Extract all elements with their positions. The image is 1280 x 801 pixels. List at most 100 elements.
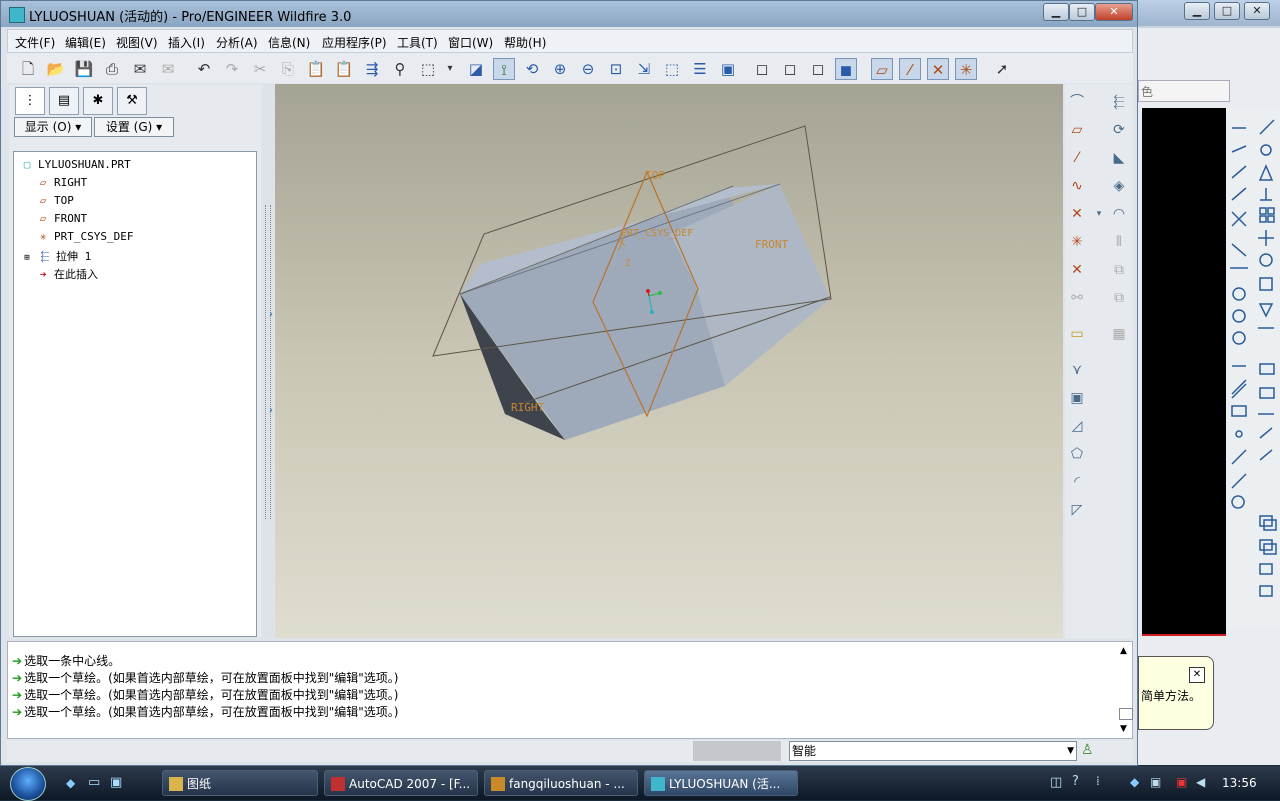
maximize-button[interactable]: □ [1069,3,1095,21]
merge-tool-icon[interactable]: ⧉ [1107,258,1131,282]
minimize-button[interactable]: ▁ [1043,3,1069,21]
balloon-close-icon[interactable]: ✕ [1189,667,1205,683]
email-link-icon[interactable]: ✉ [157,58,179,80]
datum-curve-sketch-icon[interactable]: ⌒ [1065,90,1089,114]
open-file-icon[interactable]: 📂 [45,58,67,80]
close-button[interactable]: ✕ [1095,3,1133,21]
hidden-line-icon[interactable]: ◻ [779,58,801,80]
quicklaunch-desktop-icon[interactable]: ▭ [88,775,100,790]
background-window-titlebar[interactable]: ▁ □ ✕ [1138,0,1280,26]
scroll-thumb[interactable] [1119,708,1133,720]
tree-item-top[interactable]: ▱ TOP [36,194,74,207]
background-window[interactable]: ▁ □ ✕ 色 ✕ 简单方法。 [1138,0,1280,765]
round-tool-icon[interactable]: ◜ [1065,470,1089,494]
sketch-tool-icon[interactable]: ▭ [1065,322,1089,346]
regenerate-icon[interactable]: ⇶ [361,58,383,80]
shell-tool-icon[interactable]: ▣ [1065,386,1089,410]
bg-close-button[interactable]: ✕ [1244,2,1270,20]
tab-favorites[interactable]: ✱ [83,87,113,115]
new-file-icon[interactable]: 🗋 [17,58,39,80]
expand-arrow-icon[interactable]: › [269,405,273,416]
reorient-icon[interactable]: ⇲ [633,58,655,80]
repaint-icon[interactable]: ◪ [465,58,487,80]
settings-dropdown-button[interactable]: 设置 (G) ▾ [94,117,174,137]
menu-help[interactable]: 帮助(H) [504,34,546,51]
wireframe-icon[interactable]: ◻ [751,58,773,80]
find-icon[interactable]: ⚲ [389,58,411,80]
graphics-viewport[interactable]: TOP PRT_CSYS_DEF Z FRONT RIGHT [275,84,1063,638]
tree-item-csys[interactable]: ✳ PRT_CSYS_DEF [36,230,134,243]
bg-color-combo[interactable]: 色 [1138,80,1230,102]
datum-point-tool-icon[interactable]: ✕ [1065,202,1089,226]
chevron-down-icon[interactable]: ▼ [1067,742,1074,760]
taskbar-clock[interactable]: 13:56 [1222,776,1257,790]
save-icon[interactable]: 💾 [73,58,95,80]
menu-edit[interactable]: 编辑(E) [65,34,106,51]
zoom-in-icon[interactable]: ⊕ [549,58,571,80]
tab-model-tree[interactable]: ⋮ [15,87,45,115]
style-tool-icon[interactable]: ◠ [1107,202,1131,226]
traffic-light-icon[interactable]: ♙ [1081,742,1094,758]
bg-maximize-button[interactable]: □ [1214,2,1240,20]
collapse-arrow-icon[interactable]: › [269,309,273,320]
paste-icon[interactable]: 📋 [305,58,327,80]
tray-volume-icon[interactable]: ◀ [1196,775,1205,789]
datum-axes-toggle-icon[interactable]: ⁄ [899,58,921,80]
scroll-up-icon[interactable]: ▲ [1120,646,1127,656]
analysis-tool-icon[interactable]: ✕ [1065,258,1089,282]
bg-minimize-button[interactable]: ▁ [1184,2,1210,20]
show-dropdown-button[interactable]: 显示 (O) ▾ [14,117,92,137]
tree-item-extrude[interactable]: ⊞ ⬱ 拉伸 1 [20,248,91,264]
trim-tool-icon[interactable]: ⧉ [1107,286,1131,310]
start-button[interactable] [10,767,46,801]
pattern-tool-icon[interactable]: ▦ [1107,322,1131,346]
context-help-icon[interactable]: ➚ [991,58,1013,80]
datum-axis-tool-icon[interactable]: ⁄ [1065,146,1089,170]
csys-tool-icon[interactable]: ✳ [1065,230,1089,254]
boundary-blend-icon[interactable]: ◈ [1107,174,1131,198]
selection-filter-select[interactable]: 智能 ▼ [789,741,1077,761]
tray-security-icon[interactable]: ▣ [1150,775,1161,789]
datum-curve-tool-icon[interactable]: ∿ [1065,174,1089,198]
tab-connections[interactable]: ⚒ [117,87,147,115]
tree-item-front[interactable]: ▱ FRONT [36,212,87,225]
scroll-down-icon[interactable]: ▼ [1120,724,1127,734]
taskbar-item-fangqiluoshuan[interactable]: fangqiluoshuan - ... [484,770,638,796]
draft-tool-icon[interactable]: ⬠ [1065,442,1089,466]
tree-item-part[interactable]: ▢ LYLUOSHUAN.PRT [20,158,131,171]
tree-item-right[interactable]: ▱ RIGHT [36,176,87,189]
menu-info[interactable]: 信息(N) [268,34,310,51]
autocad-draw-toolbar[interactable] [1226,108,1252,628]
shading-icon[interactable]: ◼ [835,58,857,80]
tree-item-insert-here[interactable]: ➜ 在此插入 [36,266,98,282]
title-bar[interactable]: LYLUOSHUAN (活动的) - Pro/ENGINEER Wildfire… [1,1,1137,27]
quicklaunch-browser-icon[interactable]: ◆ [66,776,75,790]
extrude-tool-icon[interactable]: ⬱ [1107,90,1131,114]
menu-applications[interactable]: 应用程序(P) [322,34,387,51]
zoom-out-icon[interactable]: ⊖ [577,58,599,80]
quicklaunch-switch-icon[interactable]: ▣ [110,775,122,790]
mirror-tool-icon[interactable]: ⫴ [1107,230,1131,254]
menu-file[interactable]: 文件(F) [15,34,55,51]
refit-icon[interactable]: ⊡ [605,58,627,80]
csys-toggle-icon[interactable]: ✳ [955,58,977,80]
saved-views-icon[interactable]: ⬚ [661,58,683,80]
copy-icon[interactable]: ⎘ [277,58,299,80]
tab-folder-browser[interactable]: ▤ [49,87,79,115]
layers-icon[interactable]: ☰ [689,58,711,80]
taskbar-item-drawings[interactable]: 图纸 [162,770,318,796]
expand-icon[interactable]: ⊞ [20,253,34,263]
autocad-modify-toolbar[interactable] [1252,108,1280,628]
datum-points-toggle-icon[interactable]: ✕ [927,58,949,80]
revolve-tool-icon[interactable]: ⟳ [1107,118,1131,142]
redo-icon[interactable]: ↷ [221,58,243,80]
message-scrollbar[interactable]: ▲ ▼ [1118,644,1133,736]
email-icon[interactable]: ✉ [129,58,151,80]
model-3d-view[interactable]: TOP PRT_CSYS_DEF Z FRONT RIGHT [275,84,1063,638]
datum-planes-toggle-icon[interactable]: ▱ [871,58,893,80]
tray-menu-icon[interactable]: ⁞ [1096,774,1100,788]
rib-tool-icon[interactable]: ◿ [1065,414,1089,438]
variable-sweep-icon[interactable]: ◣ [1107,146,1131,170]
tray-alert-icon[interactable]: ▣ [1176,775,1187,789]
menu-tools[interactable]: 工具(T) [397,34,438,51]
